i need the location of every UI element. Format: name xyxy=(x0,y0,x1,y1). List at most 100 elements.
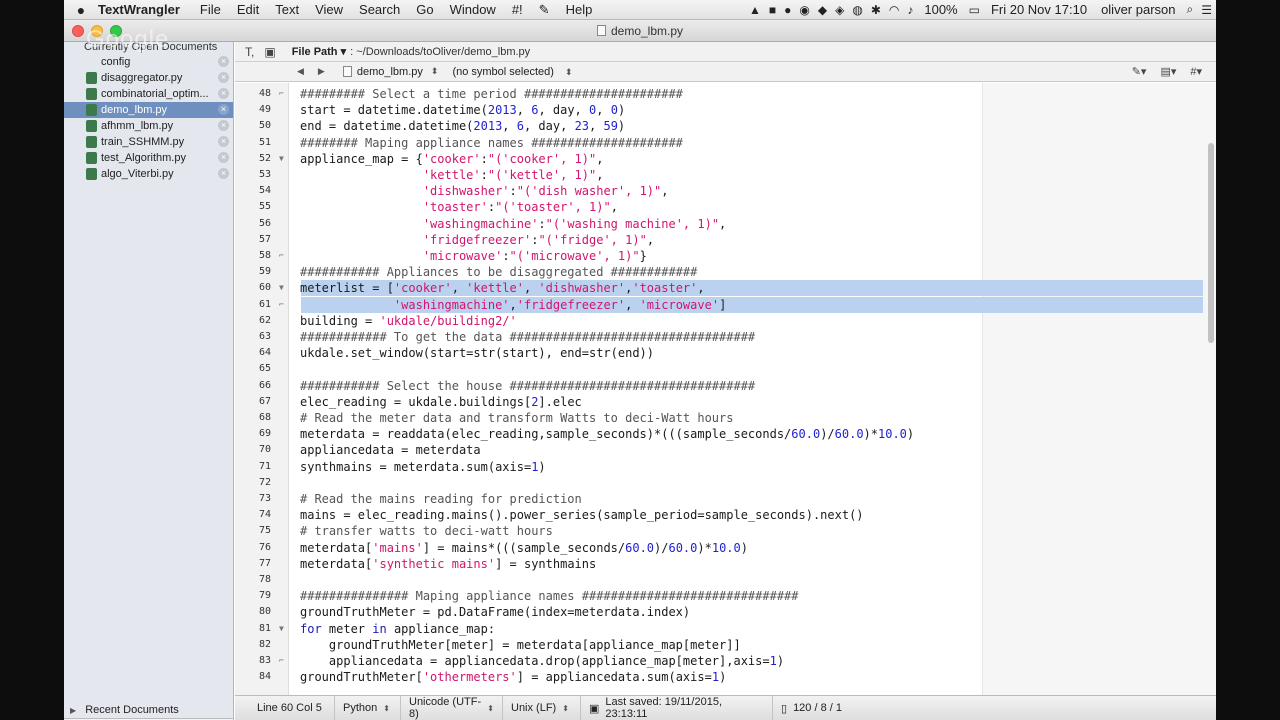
code-line[interactable]: 76 meterdata['mains'] = mains*(((sample_s… xyxy=(235,540,1216,556)
wifi-icon[interactable]: ◠ xyxy=(889,3,899,17)
sidebar-item-7[interactable]: algo_Viterbi.py × xyxy=(64,166,233,182)
menu-shebang[interactable]: #! xyxy=(512,2,523,17)
code-line[interactable]: 67 elec_reading = ukdale.buildings[2].ele… xyxy=(235,394,1216,410)
close-window-button[interactable] xyxy=(72,25,84,37)
menu-go[interactable]: Go xyxy=(416,2,433,17)
code-line[interactable]: 72 xyxy=(235,475,1216,491)
forward-arrow-icon[interactable]: ▶ xyxy=(318,66,325,77)
code-line[interactable]: 51 ######## Maping appliance names ######… xyxy=(235,135,1216,151)
code-line[interactable]: 71 synthmains = meterdata.sum(axis=1) xyxy=(235,459,1216,475)
clock[interactable]: Fri 20 Nov 17:10 xyxy=(991,2,1087,17)
code-line[interactable]: 83 ⌐ appliancedata = appliancedata.drop(a… xyxy=(235,653,1216,669)
image-icon[interactable]: ▣ xyxy=(264,45,275,59)
sidebar-item-3[interactable]: demo_lbm.py × xyxy=(64,102,233,118)
menu-view[interactable]: View xyxy=(315,2,343,17)
code-line[interactable]: 69 meterdata = readdata(elec_reading,samp… xyxy=(235,426,1216,442)
file-selector[interactable]: demo_lbm.py ⬍ xyxy=(342,66,438,78)
code-line[interactable]: 50 end = datetime.datetime(2013, 6, day, … xyxy=(235,118,1216,134)
split-view-icon[interactable]: ▤▾ xyxy=(1160,65,1176,78)
menu-help[interactable]: Help xyxy=(566,2,593,17)
fold-end-icon[interactable]: ⌐ xyxy=(279,86,284,102)
code-line[interactable]: 66 ########### Select the house #########… xyxy=(235,378,1216,394)
code-line[interactable]: 58 ⌐ 'microwave':"('microwave', 1)"} xyxy=(235,248,1216,264)
vertical-scrollbar[interactable] xyxy=(1208,143,1214,343)
back-arrow-icon[interactable]: ◀ xyxy=(297,66,304,77)
code-line[interactable]: 65 xyxy=(235,361,1216,377)
notification-icon[interactable]: ● xyxy=(784,3,791,17)
code-line[interactable]: 55 'toaster':"('toaster', 1)", xyxy=(235,199,1216,215)
fold-triangle-icon[interactable]: ▼ xyxy=(279,621,284,637)
close-document-icon[interactable]: × xyxy=(218,104,229,115)
menu-edit[interactable]: Edit xyxy=(237,2,259,17)
user-name[interactable]: oliver parson xyxy=(1101,2,1175,17)
battery-percent[interactable]: 100% xyxy=(924,2,957,17)
code-line[interactable]: 68 # Read the meter data and transform Wa… xyxy=(235,410,1216,426)
code-line[interactable]: 77 meterdata['synthetic mains'] = synthma… xyxy=(235,556,1216,572)
fold-triangle-icon[interactable]: ▼ xyxy=(279,151,284,167)
close-document-icon[interactable]: × xyxy=(218,88,229,99)
lock-icon[interactable]: ▣ xyxy=(589,702,599,715)
menu-search[interactable]: Search xyxy=(359,2,400,17)
recent-documents-section[interactable]: ▶ Recent Documents xyxy=(64,704,233,716)
disclosure-triangle-icon[interactable]: ▶ xyxy=(70,706,76,715)
close-document-icon[interactable]: × xyxy=(218,168,229,179)
symbol-selector[interactable]: (no symbol selected) ⬍ xyxy=(452,66,572,78)
line-endings-selector[interactable]: Unix (LF) ⬍ xyxy=(503,696,581,720)
sidebar-item-4[interactable]: afhmm_lbm.py × xyxy=(64,118,233,134)
code-line[interactable]: 60 ▼ meterlist = ['cooker', 'kettle', 'dis… xyxy=(235,280,1216,297)
code-line[interactable]: 81 ▼ for meter in appliance_map: xyxy=(235,621,1216,637)
code-line[interactable]: 54 'dishwasher':"('dish washer', 1)", xyxy=(235,183,1216,199)
encoding-selector[interactable]: Unicode (UTF-8) ⬍ xyxy=(401,696,503,720)
code-line[interactable]: 70 appliancedata = meterdata xyxy=(235,442,1216,458)
script-icon[interactable]: ✎ xyxy=(539,2,550,18)
menu-window[interactable]: Window xyxy=(450,2,496,17)
fold-end-icon[interactable]: ⌐ xyxy=(279,248,284,264)
fold-end-icon[interactable]: ⌐ xyxy=(279,653,284,669)
code-line[interactable]: 82 groundTruthMeter[meter] = meterdata[a… xyxy=(235,637,1216,653)
text-options-icon[interactable]: T, xyxy=(245,45,254,59)
fold-end-icon[interactable]: ⌐ xyxy=(279,297,284,313)
cursor-position[interactable]: Line 60 Col 5 xyxy=(235,696,335,720)
sidebar-item-5[interactable]: train_SSHMM.py × xyxy=(64,134,233,150)
evernote-icon[interactable]: ◆ xyxy=(818,3,827,17)
battery-icon[interactable]: ▭ xyxy=(969,3,980,17)
close-document-icon[interactable]: × xyxy=(218,56,229,67)
sidebar-item-0[interactable]: config × xyxy=(64,54,233,70)
app-name-menu[interactable]: TextWrangler xyxy=(98,2,180,17)
apple-menu-icon[interactable]: ● xyxy=(64,2,98,18)
menu-text[interactable]: Text xyxy=(275,2,299,17)
close-document-icon[interactable]: × xyxy=(218,120,229,131)
sidebar-item-1[interactable]: disaggregator.py × xyxy=(64,70,233,86)
language-selector[interactable]: Python ⬍ xyxy=(335,696,401,720)
code-line[interactable]: 63 ############ To get the data #########… xyxy=(235,329,1216,345)
dropbox-icon[interactable]: ◈ xyxy=(835,3,844,17)
code-line[interactable]: 78 xyxy=(235,572,1216,588)
code-line[interactable]: 48 ⌐ ######### Select a time period ######… xyxy=(235,86,1216,102)
code-line[interactable]: 73 # Read the mains reading for predictio… xyxy=(235,491,1216,507)
code-line[interactable]: 61 ⌐ 'washingmachine','fridgefreezer', 'm… xyxy=(235,296,1216,313)
close-document-icon[interactable]: × xyxy=(218,152,229,163)
function-menu-icon[interactable]: #▾ xyxy=(1190,65,1202,78)
code-line[interactable]: 75 # transfer watts to deci-watt hours xyxy=(235,523,1216,539)
volume-icon[interactable]: ♪ xyxy=(907,3,913,17)
code-line[interactable]: 74 mains = elec_reading.mains().power_ser… xyxy=(235,507,1216,523)
chat-icon[interactable]: ◍ xyxy=(852,3,862,17)
spotlight-search-icon[interactable]: ⌕ xyxy=(1187,2,1194,17)
code-line[interactable]: 57 'fridgefreezer':"('fridge', 1)", xyxy=(235,232,1216,248)
sidebar-item-6[interactable]: test_Algorithm.py × xyxy=(64,150,233,166)
code-line[interactable]: 59 ########### Appliances to be disaggreg… xyxy=(235,264,1216,280)
notification-center-icon[interactable]: ☰ xyxy=(1201,3,1212,17)
code-line[interactable]: 80 groundTruthMeter = pd.DataFrame(index=… xyxy=(235,604,1216,620)
code-line[interactable]: 62 building = 'ukdale/building2/' xyxy=(235,313,1216,329)
code-line[interactable]: 53 'kettle':"('kettle', 1)", xyxy=(235,167,1216,183)
code-line[interactable]: 56 'washingmachine':"('washing machine',… xyxy=(235,216,1216,232)
code-line[interactable]: 49 start = datetime.datetime(2013, 6, day… xyxy=(235,102,1216,118)
sidebar-item-2[interactable]: combinatorial_optim... × xyxy=(64,86,233,102)
code-line[interactable]: 84 groundTruthMeter['othermeters'] = appl… xyxy=(235,669,1216,685)
video-icon[interactable]: ■ xyxy=(769,3,776,17)
file-path-menu[interactable]: File Path ▾ xyxy=(292,45,346,58)
close-document-icon[interactable]: × xyxy=(218,72,229,83)
code-line[interactable]: 79 ############### Maping appliance names… xyxy=(235,588,1216,604)
code-line[interactable]: 64 ukdale.set_window(start=str(start), en… xyxy=(235,345,1216,361)
close-document-icon[interactable]: × xyxy=(218,136,229,147)
